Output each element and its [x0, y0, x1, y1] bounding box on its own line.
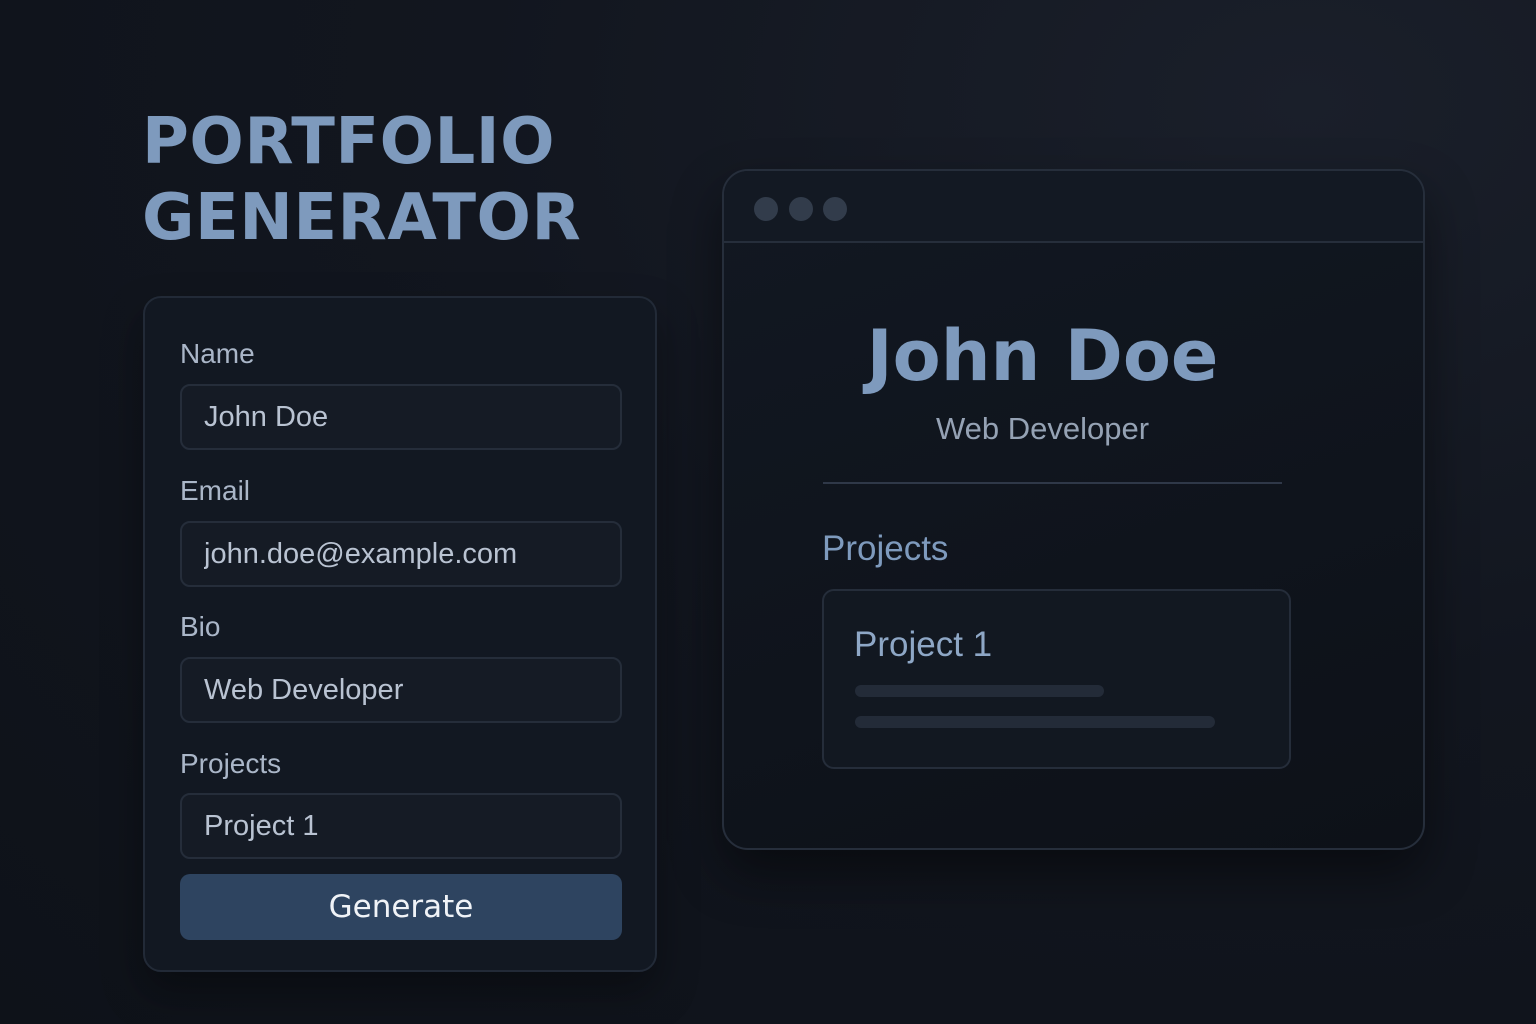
window-dot-2-icon[interactable]	[789, 197, 813, 221]
email-field[interactable]	[180, 521, 622, 587]
projects-label: Projects	[180, 748, 282, 779]
email-label: Email	[180, 475, 251, 506]
page-title: PORTFOLIO GENERATOR	[142, 104, 581, 256]
title-line-1: PORTFOLIO	[142, 105, 555, 179]
project-description-placeholder-line	[855, 716, 1215, 728]
preview-divider	[823, 482, 1282, 484]
bio-field[interactable]	[180, 657, 622, 723]
project-card[interactable]: Project 1	[822, 589, 1291, 769]
generate-button[interactable]: Generate	[180, 874, 622, 940]
preview-window: John Doe Web Developer Projects Project …	[722, 169, 1425, 850]
window-dot-1-icon[interactable]	[754, 197, 778, 221]
window-dot-3-icon[interactable]	[823, 197, 847, 221]
project-description-placeholder-line	[855, 685, 1104, 697]
name-label: Name	[180, 338, 255, 369]
name-field[interactable]	[180, 384, 622, 450]
preview-bio: Web Developer	[935, 411, 1150, 446]
title-line-2: GENERATOR	[142, 181, 582, 255]
preview-name: John Doe	[866, 315, 1219, 397]
browser-title-bar	[724, 171, 1423, 243]
projects-field[interactable]	[180, 793, 622, 859]
project-title: Project 1	[854, 625, 993, 664]
bio-label: Bio	[180, 611, 221, 642]
preview-projects-heading: Projects	[822, 529, 949, 568]
portfolio-form: Name Email Bio Projects Generate	[143, 296, 657, 972]
